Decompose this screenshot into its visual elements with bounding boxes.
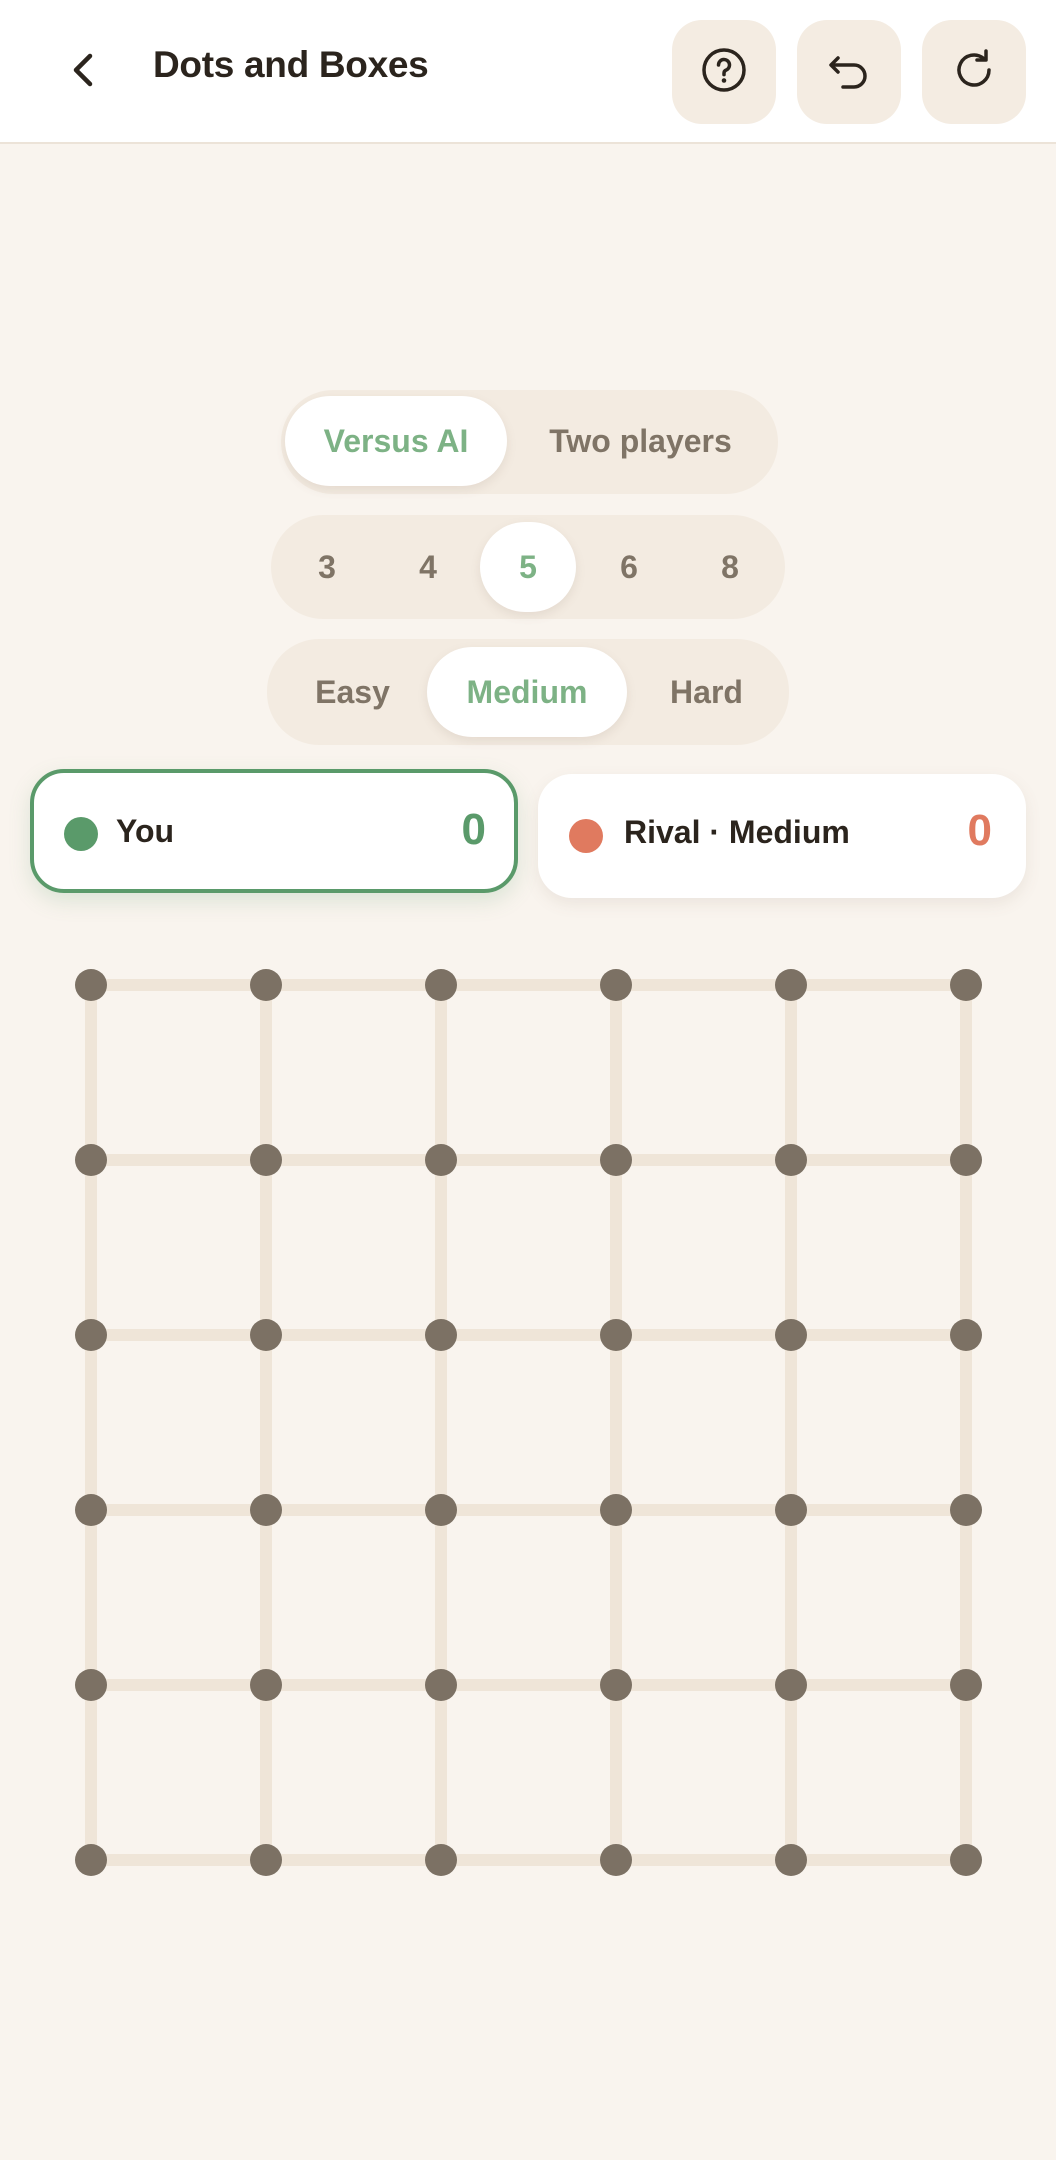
board-dot bbox=[950, 1844, 982, 1876]
board-dot bbox=[75, 1669, 107, 1701]
board-dot bbox=[950, 1494, 982, 1526]
board-dot bbox=[950, 969, 982, 1001]
board-dot bbox=[425, 1494, 457, 1526]
board-dot bbox=[425, 1844, 457, 1876]
board-dot bbox=[600, 1144, 632, 1176]
board-dot bbox=[600, 1844, 632, 1876]
board-dot bbox=[250, 1494, 282, 1526]
board-dot bbox=[775, 969, 807, 1001]
board-dot bbox=[75, 1319, 107, 1351]
board-dot bbox=[775, 1669, 807, 1701]
board-dot bbox=[75, 969, 107, 1001]
board-dot bbox=[75, 1144, 107, 1176]
board-dot bbox=[950, 1319, 982, 1351]
board-dot bbox=[250, 1844, 282, 1876]
board-dot bbox=[425, 969, 457, 1001]
board-dot bbox=[950, 1144, 982, 1176]
board-dot bbox=[775, 1494, 807, 1526]
board-dot bbox=[250, 1669, 282, 1701]
board-dot bbox=[600, 1669, 632, 1701]
board-dot bbox=[425, 1319, 457, 1351]
board-dot bbox=[775, 1319, 807, 1351]
board-dot bbox=[425, 1144, 457, 1176]
game-board bbox=[75, 969, 982, 1876]
board-dot bbox=[600, 969, 632, 1001]
board-dot bbox=[250, 1144, 282, 1176]
board-dot bbox=[75, 1494, 107, 1526]
board-dot bbox=[250, 1319, 282, 1351]
board-dot bbox=[600, 1494, 632, 1526]
board-dot bbox=[425, 1669, 457, 1701]
board-dot bbox=[600, 1319, 632, 1351]
board-dot bbox=[775, 1144, 807, 1176]
board-dot bbox=[775, 1844, 807, 1876]
board-dot bbox=[950, 1669, 982, 1701]
board-dot bbox=[250, 969, 282, 1001]
board-dot bbox=[75, 1844, 107, 1876]
